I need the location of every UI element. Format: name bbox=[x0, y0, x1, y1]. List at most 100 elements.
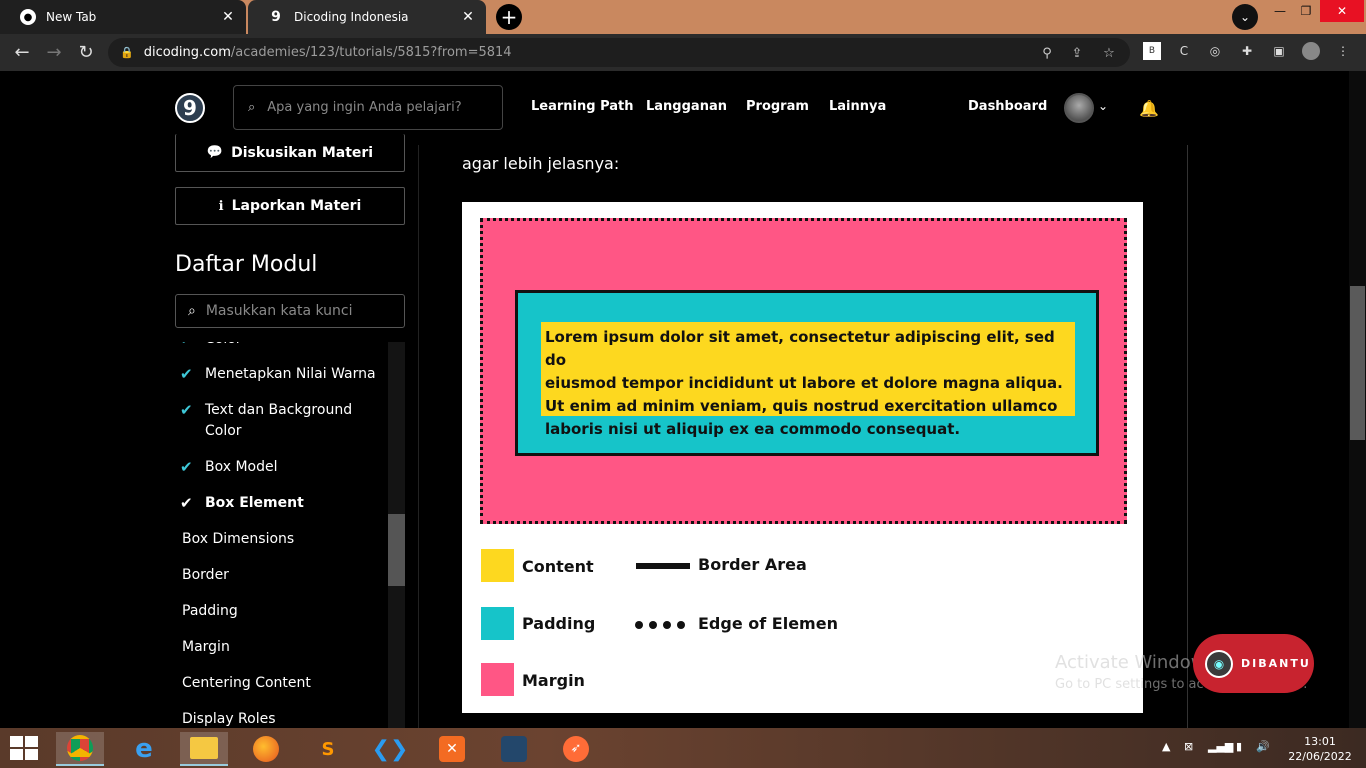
tray-chevron-icon[interactable]: ▲ bbox=[1162, 740, 1170, 753]
report-material-button[interactable]: ℹ Laporkan Materi bbox=[175, 187, 405, 225]
browser-toolbar: ← → ↻ 🔒 dicoding.com /academies/123/tuto… bbox=[0, 34, 1366, 71]
back-icon[interactable]: ← bbox=[10, 40, 34, 64]
forward-icon[interactable]: → bbox=[42, 40, 66, 64]
network-muted-icon[interactable]: ⊠ bbox=[1184, 740, 1193, 753]
content-divider bbox=[1187, 145, 1188, 728]
module-item-label: Text dan Background Color bbox=[205, 402, 353, 439]
windows-start-icon[interactable] bbox=[10, 736, 38, 760]
list-item[interactable]: ✔ Text dan Background Color bbox=[175, 400, 387, 442]
list-item[interactable]: Margin bbox=[175, 637, 387, 658]
browser-menu-icon[interactable]: ⋮ bbox=[1334, 42, 1352, 60]
legend-border-label: Border Area bbox=[698, 555, 807, 574]
module-search[interactable]: ⌕ bbox=[175, 294, 405, 328]
url-path: /academies/123/tutorials/5815?from=5814 bbox=[230, 45, 512, 60]
taskbar-clock[interactable]: 13:01 22/06/2022 bbox=[1286, 734, 1354, 764]
extension-glasses-icon[interactable]: ◎ bbox=[1206, 42, 1224, 60]
chat-bubble-icon: 💬 bbox=[206, 145, 224, 160]
xampp-icon[interactable]: ✕ bbox=[428, 732, 476, 766]
list-item[interactable]: ✔ Menetapkan Nilai Warna bbox=[175, 364, 387, 385]
nav-program[interactable]: Program bbox=[746, 99, 809, 114]
tab-dicoding[interactable]: 9 Dicoding Indonesia ✕ bbox=[248, 0, 486, 34]
dicoding-logo[interactable]: 9 bbox=[175, 93, 205, 123]
discuss-material-button[interactable]: 💬 Diskusikan Materi bbox=[175, 134, 405, 172]
nav-learning-path[interactable]: Learning Path bbox=[531, 99, 634, 114]
chrome-icon: ● bbox=[20, 9, 36, 25]
legend-padding-label: Padding bbox=[522, 614, 596, 633]
list-item[interactable]: Display Roles bbox=[175, 709, 387, 728]
tab-title: Dicoding Indonesia bbox=[294, 10, 409, 24]
avatar[interactable] bbox=[1064, 93, 1094, 123]
postman-icon[interactable]: ➶ bbox=[552, 732, 600, 766]
check-icon: ✔ bbox=[180, 401, 193, 419]
chrome-taskbar-icon[interactable] bbox=[56, 732, 104, 766]
firefox-icon[interactable] bbox=[242, 732, 290, 766]
sublime-text-icon[interactable]: S bbox=[304, 732, 352, 766]
list-item-current[interactable]: ✔ Box Element bbox=[175, 493, 387, 514]
module-search-input[interactable] bbox=[203, 302, 384, 320]
nav-langganan[interactable]: Langganan bbox=[646, 99, 727, 114]
tab-new-tab[interactable]: ● New Tab ✕ bbox=[0, 0, 246, 34]
dicoding-favicon-icon: 9 bbox=[271, 9, 281, 25]
lorem-line: eiusmod tempor incididunt ut labore et d… bbox=[545, 374, 1063, 392]
page-scrollbar-thumb[interactable] bbox=[1350, 286, 1365, 440]
dibantu-chat-button[interactable]: ◉ DIBANTU bbox=[1193, 634, 1314, 693]
tab-close-icon[interactable]: ✕ bbox=[218, 9, 238, 25]
lorem-line: Lorem ipsum dolor sit amet, consectetur … bbox=[545, 328, 1055, 369]
legend-border-line bbox=[636, 563, 690, 569]
margin-area: Lorem ipsum dolor sit amet, consectetur … bbox=[480, 218, 1127, 524]
extensions-puzzle-icon[interactable]: ✚ bbox=[1238, 42, 1256, 60]
notification-bell-icon[interactable]: 🔔 bbox=[1138, 97, 1160, 119]
module-item-label: Menetapkan Nilai Warna bbox=[205, 366, 376, 382]
content-area: Lorem ipsum dolor sit amet, consectetur … bbox=[541, 322, 1075, 438]
chatbot-icon: ◉ bbox=[1205, 649, 1233, 678]
list-item[interactable]: ✔ Box Model bbox=[175, 457, 387, 478]
zoom-icon[interactable]: ⚲ bbox=[1038, 44, 1056, 62]
tab-close-icon[interactable]: ✕ bbox=[458, 9, 478, 25]
chevron-down-icon[interactable]: ⌄ bbox=[1098, 99, 1108, 113]
clock-date: 22/06/2022 bbox=[1288, 750, 1352, 763]
mysql-workbench-icon[interactable] bbox=[490, 732, 538, 766]
address-bar[interactable]: 🔒 dicoding.com /academies/123/tutorials/… bbox=[108, 38, 1130, 67]
list-item[interactable]: ✔ Color bbox=[175, 342, 387, 350]
extension-b-icon[interactable]: B bbox=[1143, 42, 1161, 60]
clock-time: 13:01 bbox=[1304, 735, 1336, 748]
profile-avatar-icon[interactable] bbox=[1302, 42, 1320, 60]
legend-margin-swatch bbox=[481, 663, 514, 696]
window-close-button[interactable]: ✕ bbox=[1320, 0, 1364, 22]
nav-lainnya[interactable]: Lainnya bbox=[829, 99, 886, 114]
search-icon: ⌕ bbox=[188, 303, 196, 319]
reload-icon[interactable]: ↻ bbox=[74, 40, 98, 64]
bookmark-star-icon[interactable]: ☆ bbox=[1100, 44, 1118, 62]
extension-c-icon[interactable]: C bbox=[1175, 42, 1193, 60]
check-icon: ✔ bbox=[175, 342, 205, 350]
legend-padding-swatch bbox=[481, 607, 514, 640]
tab-title: New Tab bbox=[46, 10, 97, 24]
windows-taskbar: e S ❮❯ ✕ ➶ ▲ ⊠ ▂▄▆ ▮ 🔊 bbox=[0, 728, 1366, 768]
battery-icon[interactable]: ▮ bbox=[1236, 740, 1242, 753]
tab-search-chevron-icon[interactable]: ⌄ bbox=[1232, 4, 1258, 30]
legend-content-label: Content bbox=[522, 557, 594, 576]
site-search-input[interactable] bbox=[265, 99, 466, 116]
nav-dashboard[interactable]: Dashboard bbox=[968, 99, 1047, 114]
module-item-label: Padding bbox=[182, 603, 238, 619]
list-item[interactable]: Padding bbox=[175, 601, 387, 622]
module-item-label: Color bbox=[205, 342, 387, 350]
report-material-label: Laporkan Materi bbox=[231, 198, 362, 214]
signal-icon[interactable]: ▂▄▆ bbox=[1208, 740, 1233, 753]
internet-explorer-icon[interactable]: e bbox=[120, 732, 168, 766]
check-icon: ✔ bbox=[180, 365, 193, 383]
site-search[interactable]: ⌕ bbox=[233, 85, 503, 130]
url-host: dicoding.com bbox=[143, 45, 231, 60]
content-divider bbox=[418, 145, 419, 728]
file-explorer-icon[interactable] bbox=[180, 732, 228, 766]
list-item[interactable]: Border bbox=[175, 565, 387, 586]
vscode-icon[interactable]: ❮❯ bbox=[366, 732, 414, 766]
list-item[interactable]: Box Dimensions bbox=[175, 529, 387, 550]
module-list-scrollbar-thumb[interactable] bbox=[388, 514, 405, 586]
list-item[interactable]: Centering Content bbox=[175, 673, 387, 694]
share-icon[interactable]: ⇪ bbox=[1068, 44, 1086, 62]
new-tab-button[interactable]: + bbox=[496, 4, 522, 30]
info-icon: ℹ bbox=[218, 198, 224, 214]
volume-icon[interactable]: 🔊 bbox=[1256, 740, 1270, 753]
side-panel-icon[interactable]: ▣ bbox=[1270, 42, 1288, 60]
